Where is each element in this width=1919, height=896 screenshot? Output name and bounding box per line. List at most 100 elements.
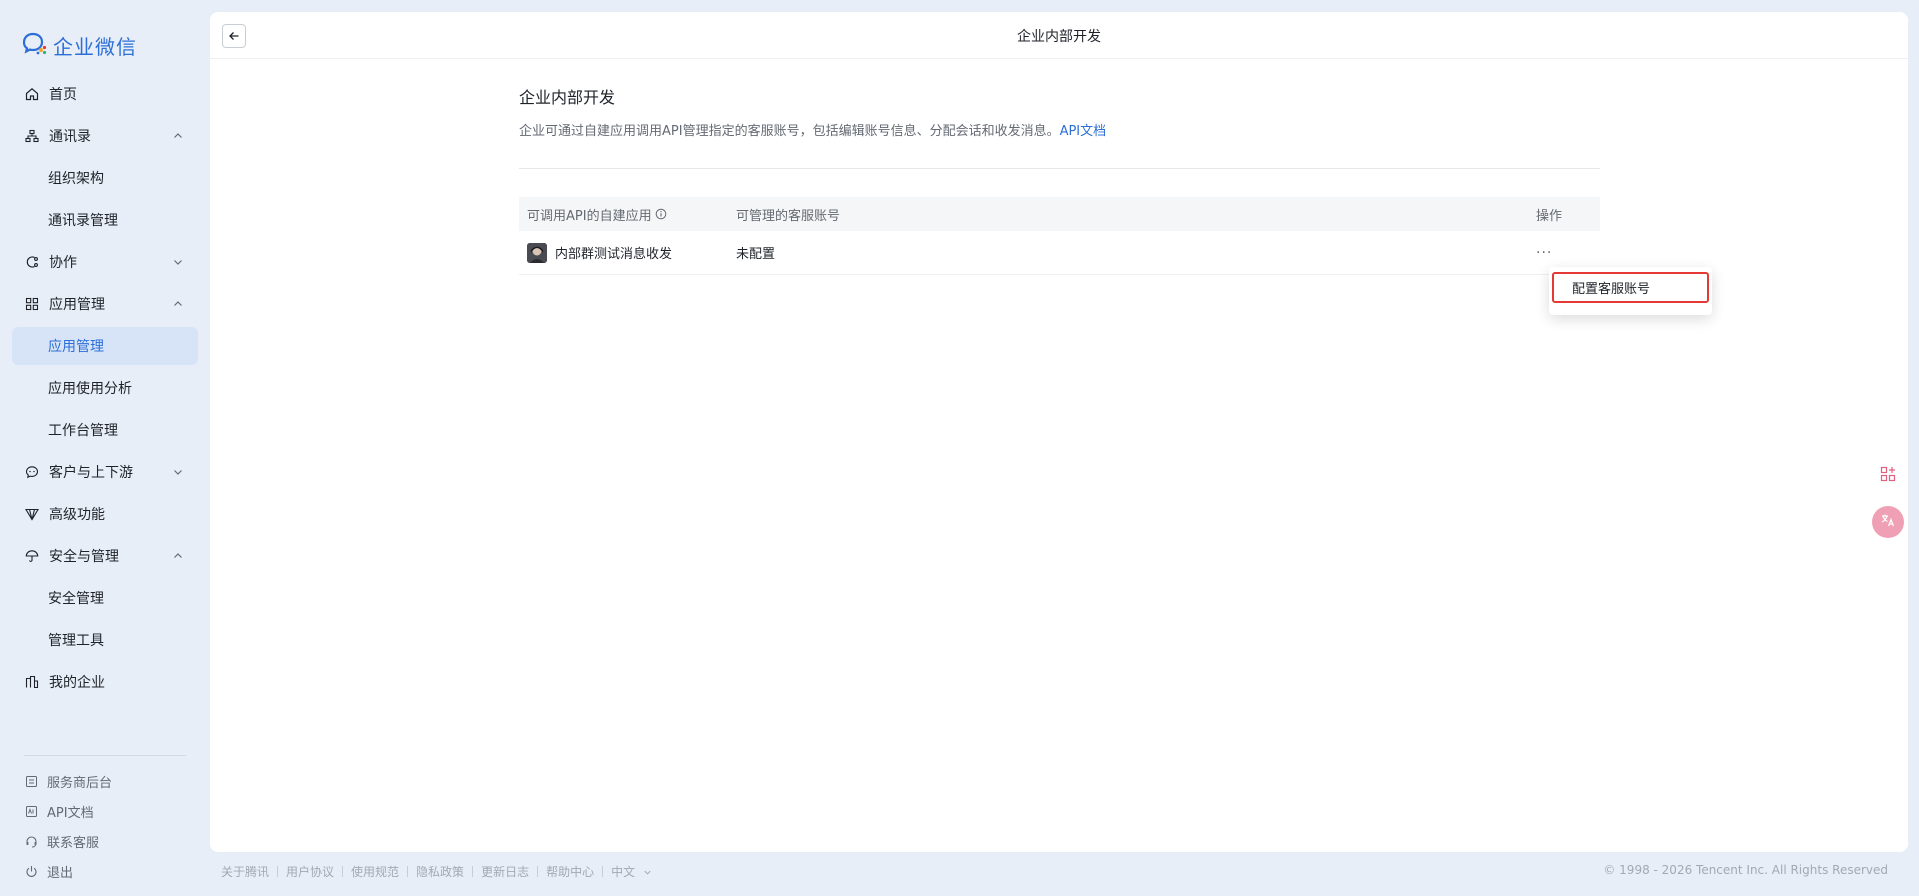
actions-dropdown: 配置客服账号 — [1549, 267, 1712, 315]
translate-button[interactable] — [1872, 506, 1904, 538]
sidebar-item-label: 通讯录 — [49, 129, 91, 145]
sidebar-link-contact-support[interactable]: 联系客服 — [24, 832, 99, 851]
app-logo[interactable]: 企业微信 — [22, 31, 137, 60]
power-icon — [24, 865, 38, 879]
sidebar-subitem-label: 组织架构 — [48, 171, 104, 187]
sidebar-subitem-label: 管理工具 — [48, 633, 104, 649]
sidebar-item-advanced-features[interactable]: 高级功能 — [12, 495, 198, 533]
top-bar: 企业内部开发 — [210, 12, 1908, 59]
sidebar-subitem-app-management[interactable]: 应用管理 — [12, 327, 198, 365]
column-header-action: 操作 — [1536, 208, 1563, 224]
sidebar-item-contacts[interactable]: 通讯录 — [12, 117, 198, 155]
sidebar-link-logout[interactable]: 退出 — [24, 862, 73, 881]
footer-separator — [472, 866, 474, 877]
footer-link-about[interactable]: 关于腾讯 — [221, 863, 269, 880]
sidebar-item-label: 高级功能 — [49, 507, 105, 523]
footer-separator — [407, 866, 409, 877]
doc-list-icon — [24, 775, 38, 789]
app-logo-text: 企业微信 — [53, 35, 137, 59]
sidebar-link-label: 服务商后台 — [47, 776, 113, 791]
sidebar-item-app-management[interactable]: 应用管理 — [12, 285, 198, 323]
chevron-up-icon — [170, 548, 186, 564]
accounts-cell: 未配置 — [736, 247, 776, 262]
chevron-up-icon — [170, 128, 186, 144]
chevron-down-icon — [643, 868, 652, 877]
sidebar-divider — [24, 755, 186, 756]
sidebar-subitem-contacts-management[interactable]: 通讯录管理 — [12, 201, 198, 239]
footer-links: 关于腾讯 用户协议 使用规范 隐私政策 更新日志 帮助中心 中文 — [221, 863, 652, 880]
api-doc-icon — [24, 805, 38, 819]
page-title: 企业内部开发 — [1017, 29, 1101, 45]
apps-plus-button[interactable] — [1872, 460, 1904, 492]
footer-separator — [602, 866, 604, 877]
configure-service-account-menu-item[interactable]: 配置客服账号 — [1552, 272, 1709, 303]
sidebar-link-service-provider[interactable]: 服务商后台 — [24, 772, 112, 791]
sidebar-link-label: 退出 — [47, 866, 74, 881]
section-divider — [519, 168, 1600, 169]
footer-link-changelog[interactable]: 更新日志 — [481, 863, 529, 880]
sidebar-item-label: 我的企业 — [49, 675, 105, 691]
section-description-text: 企业可通过自建应用调用API管理指定的客服账号，包括编辑账号信息、分配会话和收发… — [519, 124, 1060, 139]
sidebar-subitem-org-structure[interactable]: 组织架构 — [12, 159, 198, 197]
sidebar-item-security[interactable]: 安全与管理 — [12, 537, 198, 575]
sidebar-subitem-security-management[interactable]: 安全管理 — [12, 579, 198, 617]
footer-separator — [342, 866, 344, 877]
sidebar-subitem-label: 通讯录管理 — [48, 213, 118, 229]
chevron-down-icon — [170, 464, 186, 480]
sidebar-subitem-label: 工作台管理 — [48, 423, 118, 439]
sidebar-item-home[interactable]: 首页 — [12, 75, 198, 113]
column-header-app: 可调用API的自建应用 — [519, 205, 736, 224]
footer-link-user-agreement[interactable]: 用户协议 — [286, 863, 334, 880]
section-title: 企业内部开发 — [519, 88, 616, 107]
apps-grid-icon — [24, 296, 40, 312]
table-header: 可调用API的自建应用 可管理的客服账号 操作 — [519, 197, 1600, 231]
umbrella-icon — [24, 548, 40, 564]
sidebar-item-label: 客户与上下游 — [49, 465, 133, 481]
sidebar-item-customers[interactable]: 客户与上下游 — [12, 453, 198, 491]
collaboration-icon — [24, 254, 40, 270]
headset-icon — [24, 835, 38, 849]
footer-link-help-center[interactable]: 帮助中心 — [546, 863, 594, 880]
section-description: 企业可通过自建应用调用API管理指定的客服账号，包括编辑账号信息、分配会话和收发… — [519, 120, 1600, 139]
app-cell: 内部群测试消息收发 — [519, 242, 736, 263]
sidebar-item-my-enterprise[interactable]: 我的企业 — [12, 663, 198, 701]
sidebar-link-label: 联系客服 — [47, 836, 100, 851]
language-selector[interactable]: 中文 — [611, 863, 652, 880]
more-actions-button[interactable]: ··· — [1536, 245, 1552, 261]
diamond-icon — [24, 506, 40, 522]
wecom-logo-icon — [22, 32, 48, 60]
sidebar-item-label: 应用管理 — [49, 297, 105, 313]
sidebar-item-label: 首页 — [49, 87, 77, 103]
chevron-down-icon — [170, 254, 186, 270]
apps-table: 可调用API的自建应用 可管理的客服账号 操作 内部群测试消息收发 未配置 ··… — [519, 197, 1600, 275]
footer-separator — [277, 866, 279, 877]
translate-icon — [1879, 511, 1897, 533]
info-icon[interactable] — [655, 208, 667, 220]
sidebar-subitem-management-tools[interactable]: 管理工具 — [12, 621, 198, 659]
building-icon — [24, 674, 40, 690]
sidebar-subitem-label: 应用使用分析 — [48, 381, 132, 397]
sidebar-subitem-app-usage-analysis[interactable]: 应用使用分析 — [12, 369, 198, 407]
home-icon — [24, 86, 40, 102]
footer-separator — [537, 866, 539, 877]
sidebar-link-label: API文档 — [47, 806, 94, 821]
api-doc-link[interactable]: API文档 — [1060, 124, 1107, 139]
sidebar-subitem-label: 应用管理 — [48, 339, 104, 355]
chevron-up-icon — [170, 296, 186, 312]
footer-link-privacy[interactable]: 隐私政策 — [416, 863, 464, 880]
sidebar-item-label: 协作 — [49, 255, 77, 271]
floating-tools — [1872, 460, 1908, 552]
sidebar: 企业微信 首页 通讯录 组织架构 通讯录管理 协作 应用管理 应用管理 应用使用… — [0, 0, 210, 896]
sidebar-item-collaboration[interactable]: 协作 — [12, 243, 198, 281]
column-header-accounts: 可管理的客服账号 — [736, 208, 841, 224]
sidebar-link-api-docs[interactable]: API文档 — [24, 802, 94, 821]
footer-link-usage-rules[interactable]: 使用规范 — [351, 863, 399, 880]
sidebar-subitem-workbench-management[interactable]: 工作台管理 — [12, 411, 198, 449]
table-row: 内部群测试消息收发 未配置 ··· — [519, 231, 1600, 275]
app-name[interactable]: 内部群测试消息收发 — [555, 243, 672, 262]
content-section: 企业内部开发 企业可通过自建应用调用API管理指定的客服账号，包括编辑账号信息、… — [519, 84, 1600, 275]
column-header-label: 可调用API的自建应用 — [527, 208, 652, 224]
apps-plus-icon — [1880, 466, 1896, 486]
app-avatar — [527, 242, 547, 263]
sidebar-item-label: 安全与管理 — [49, 549, 119, 565]
